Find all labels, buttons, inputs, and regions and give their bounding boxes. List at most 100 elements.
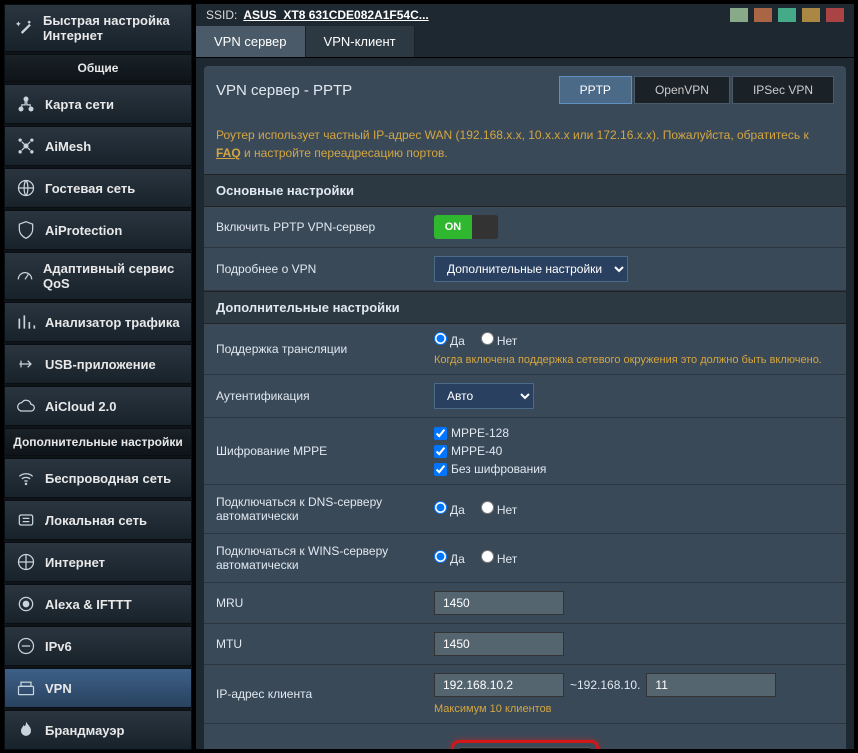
panel-title: VPN сервер - PPTP <box>216 82 352 99</box>
details-select[interactable]: Дополнительные настройки <box>434 256 628 282</box>
label-mtu: MTU <box>204 627 422 661</box>
sidebar-label: AiMesh <box>45 139 91 154</box>
usb-icon <box>15 353 37 375</box>
sidebar-firewall[interactable]: Брандмауэр <box>4 710 192 750</box>
row-client-ip: IP-адрес клиента ~192.168.10. Максимум 1… <box>204 665 846 724</box>
sidebar-label: Быстрая настройка Интернет <box>43 13 181 43</box>
label-dns: Подключаться к DNS-серверу автоматически <box>204 485 422 533</box>
lan-icon <box>15 509 37 531</box>
mru-input[interactable] <box>434 591 564 615</box>
sidebar-label: Alexa & IFTTT <box>45 597 132 612</box>
status-icon <box>826 8 844 22</box>
gauge-icon <box>15 265 35 287</box>
sidebar-aimesh[interactable]: AiMesh <box>4 126 192 166</box>
map-icon <box>15 93 37 115</box>
label-auth: Аутентификация <box>204 379 422 413</box>
sidebar-aicloud[interactable]: AiCloud 2.0 <box>4 386 192 426</box>
row-auth: Аутентификация Авто <box>204 375 846 418</box>
topbar: SSID: ASUS_XT8 631CDE082A1F54C... <box>196 4 854 26</box>
sidebar-label: VPN <box>45 681 72 696</box>
mesh-icon <box>15 135 37 157</box>
auth-select[interactable]: Авто <box>434 383 534 409</box>
sidebar-label: Адаптивный сервис QoS <box>43 261 181 291</box>
row-mppe: Шифрование MPPE MPPE-128 MPPE-40 Без шиф… <box>204 418 846 485</box>
sidebar-wireless[interactable]: Беспроводная сеть <box>4 458 192 498</box>
sidebar: Быстрая настройка Интернет Общие Карта с… <box>4 4 192 749</box>
mppe-40[interactable]: MPPE-40 <box>434 444 546 458</box>
row-wins: Подключаться к WINS-серверу автоматическ… <box>204 534 846 583</box>
dns-no[interactable]: Нет <box>481 501 517 517</box>
vpn-icon <box>15 677 37 699</box>
apply-highlight: Применить <box>451 740 599 749</box>
row-mru: MRU <box>204 583 846 624</box>
sidebar-general-header: Общие <box>4 54 192 82</box>
sidebar-network-map[interactable]: Карта сети <box>4 84 192 124</box>
apply-button[interactable]: Применить <box>458 747 592 749</box>
proto-ipsec-button[interactable]: IPSec VPN <box>732 76 834 104</box>
vpn-panel: VPN сервер - PPTP PPTP OpenVPN IPSec VPN… <box>204 66 846 749</box>
wins-no[interactable]: Нет <box>481 550 517 566</box>
internet-icon <box>15 551 37 573</box>
label-enable: Включить PPTP VPN-сервер <box>204 210 422 244</box>
ip-end-input[interactable] <box>646 673 776 697</box>
ip-range-prefix: ~192.168.10. <box>570 678 640 692</box>
broadcast-hint: Когда включена поддержка сетевого окруже… <box>434 354 822 366</box>
sidebar-quick-setup[interactable]: Быстрая настройка Интернет <box>4 4 192 52</box>
label-broadcast: Поддержка трансляции <box>204 332 422 366</box>
tabs: VPN сервер VPN-клиент <box>196 26 854 58</box>
ssid-label: SSID: <box>206 8 237 22</box>
proto-pptp-button[interactable]: PPTP <box>559 76 632 104</box>
globe-icon <box>15 177 37 199</box>
sidebar-aiprotection[interactable]: AiProtection <box>4 210 192 250</box>
dns-yes[interactable]: Да <box>434 501 465 517</box>
sidebar-lan[interactable]: Локальная сеть <box>4 500 192 540</box>
sidebar-label: USB-приложение <box>45 357 156 372</box>
advanced-settings-header: Дополнительные настройки <box>204 291 846 324</box>
voice-icon <box>15 593 37 615</box>
sidebar-label: AiProtection <box>45 223 122 238</box>
label-details: Подробнее о VPN <box>204 252 422 286</box>
sidebar-traffic[interactable]: Анализатор трафика <box>4 302 192 342</box>
apply-row: Применить <box>204 724 846 749</box>
faq-link[interactable]: FAQ <box>216 146 241 160</box>
sidebar-vpn[interactable]: VPN <box>4 668 192 708</box>
mtu-input[interactable] <box>434 632 564 656</box>
status-icon <box>802 8 820 22</box>
ip-start-input[interactable] <box>434 673 564 697</box>
broadcast-yes[interactable]: Да <box>434 332 465 348</box>
sidebar-advanced-header: Дополнительные настройки <box>4 428 192 456</box>
tab-vpn-server[interactable]: VPN сервер <box>196 26 306 57</box>
sidebar-guest[interactable]: Гостевая сеть <box>4 168 192 208</box>
fire-icon <box>15 719 37 741</box>
sidebar-label: IPv6 <box>45 639 72 654</box>
sidebar-label: Брандмауэр <box>45 723 124 738</box>
row-broadcast: Поддержка трансляции Да Нет Когда включе… <box>204 324 846 375</box>
sidebar-wan[interactable]: Интернет <box>4 542 192 582</box>
sidebar-ipv6[interactable]: IPv6 <box>4 626 192 666</box>
label-mru: MRU <box>204 586 422 620</box>
mppe-128[interactable]: MPPE-128 <box>434 426 546 440</box>
label-wins: Подключаться к WINS-серверу автоматическ… <box>204 534 422 582</box>
sidebar-alexa[interactable]: Alexa & IFTTT <box>4 584 192 624</box>
row-dns: Подключаться к DNS-серверу автоматически… <box>204 485 846 534</box>
ssid-value[interactable]: ASUS_XT8 631CDE082A1F54C... <box>243 8 428 22</box>
ipv6-icon <box>15 635 37 657</box>
status-icon <box>730 8 748 22</box>
sidebar-label: Беспроводная сеть <box>45 471 171 486</box>
top-status-icons <box>730 8 844 22</box>
basic-settings-header: Основные настройки <box>204 174 846 207</box>
sidebar-usb[interactable]: USB-приложение <box>4 344 192 384</box>
broadcast-no[interactable]: Нет <box>481 332 517 348</box>
enable-toggle[interactable]: ON <box>434 215 498 239</box>
wifi-icon <box>15 467 37 489</box>
max-clients-hint: Максимум 10 клиентов <box>434 703 552 715</box>
wins-yes[interactable]: Да <box>434 550 465 566</box>
proto-openvpn-button[interactable]: OpenVPN <box>634 76 730 104</box>
tab-vpn-client[interactable]: VPN-клиент <box>306 26 415 57</box>
cloud-icon <box>15 395 37 417</box>
sidebar-label: Карта сети <box>45 97 114 112</box>
chart-icon <box>15 311 37 333</box>
mppe-none[interactable]: Без шифрования <box>434 462 546 476</box>
sidebar-qos[interactable]: Адаптивный сервис QoS <box>4 252 192 300</box>
sidebar-label: Локальная сеть <box>45 513 147 528</box>
